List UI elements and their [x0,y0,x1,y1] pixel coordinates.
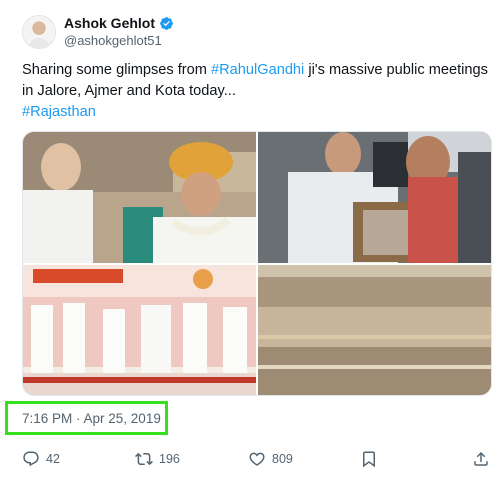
reply-count: 42 [46,452,60,466]
display-name[interactable]: Ashok Gehlot [64,15,155,32]
bookmark-button[interactable] [360,450,378,468]
share-icon [474,451,488,466]
bookmark-icon [363,451,375,468]
photo-2[interactable] [258,132,491,263]
retweet-icon [135,452,153,466]
media-grid [22,131,492,396]
photo-1[interactable] [23,132,256,263]
like-button[interactable]: 809 [248,450,293,468]
tweet-text-part: Sharing some glimpses from [22,62,211,78]
share-button[interactable] [472,450,490,468]
user-handle[interactable]: @ashokgehlot51 [64,32,174,49]
tweet-header: Ashok Gehlot @ashokgehlot51 [22,12,174,52]
tweet-timestamp[interactable]: 7:16 PM · Apr 25, 2019 [22,411,161,426]
hashtag-link[interactable]: #Rajasthan [22,104,96,120]
reply-button[interactable]: 42 [22,450,60,468]
photo-3[interactable] [23,265,256,395]
like-count: 809 [272,452,293,466]
verified-badge-icon [160,17,173,30]
action-bar: 42 196 809 [22,449,492,469]
author-names: Ashok Gehlot @ashokgehlot51 [64,15,174,49]
photo-4[interactable] [258,265,491,395]
name-row: Ashok Gehlot [64,15,174,32]
avatar[interactable] [22,15,56,49]
retweet-count: 196 [159,452,180,466]
tweet-text: Sharing some glimpses from #RahulGandhi … [22,60,492,123]
reply-icon [23,451,39,467]
heart-icon [249,452,265,466]
hashtag-link[interactable]: #RahulGandhi [211,62,304,78]
retweet-button[interactable]: 196 [135,450,180,468]
